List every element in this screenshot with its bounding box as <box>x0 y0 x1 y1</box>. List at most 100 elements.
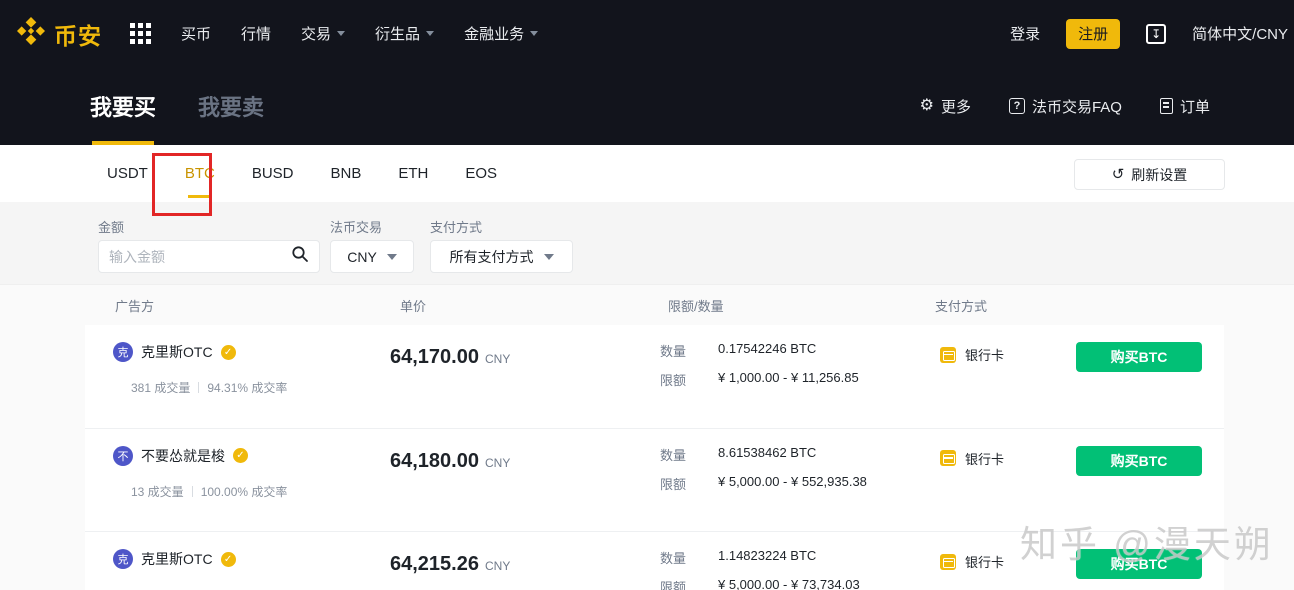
nav-item-finance[interactable]: 金融业务 <box>464 23 538 44</box>
tab-i-want-to-buy[interactable]: 我要买 <box>90 67 156 145</box>
topnav-right: 登录 注册 ↧ 简体中文/CNY <box>1010 0 1294 67</box>
refresh-icon: ↺ <box>1112 167 1125 182</box>
tab-usdt[interactable]: USDT <box>105 145 150 202</box>
tab-i-want-to-sell[interactable]: 我要卖 <box>198 67 264 145</box>
quantity-label: 数量 <box>660 341 718 360</box>
avatar: 克 <box>113 342 133 362</box>
currency-unit: CNY <box>485 456 510 470</box>
gear-icon: ⚙ <box>920 98 934 114</box>
currency-unit: CNY <box>485 559 510 573</box>
fiat-label: 法币交易 <box>330 217 382 236</box>
limit-quantity-block: 数量0.17542246 BTC 限额¥ 1,000.00 - ¥ 11,256… <box>660 341 859 399</box>
question-mark-icon: ? <box>1009 98 1025 114</box>
advertiser-name: 克里斯OTC <box>141 549 213 569</box>
column-header-advertiser: 广告方 <box>115 296 154 315</box>
limit-label: 限额 <box>660 577 718 590</box>
limit-quantity-block: 数量1.14823224 BTC 限额¥ 5,000.00 - ¥ 73,734… <box>660 548 860 590</box>
buy-btc-button[interactable]: 购买BTC <box>1076 342 1202 372</box>
avatar: 克 <box>113 549 133 569</box>
payment-method: 银行卡 <box>940 449 1004 468</box>
quantity-value: 0.17542246 BTC <box>718 341 816 360</box>
limit-label: 限额 <box>660 370 718 389</box>
more-button[interactable]: ⚙ 更多 <box>920 96 971 117</box>
tab-bnb[interactable]: BNB <box>329 145 364 202</box>
avatar: 不 <box>113 446 133 466</box>
tab-btc[interactable]: BTC <box>183 145 217 202</box>
search-icon[interactable] <box>291 245 309 268</box>
completion-rate: 100.00% 成交率 <box>201 483 288 500</box>
offer-row: 克 克里斯OTC ✓ 64,215.26 CNY 数量1.14823224 BT… <box>85 532 1224 590</box>
completion-rate: 94.31% 成交率 <box>207 379 287 396</box>
limit-value: ¥ 5,000.00 - ¥ 73,734.03 <box>718 577 860 590</box>
advertiser-link[interactable]: 不 不要怂就是梭 ✓ <box>113 446 248 466</box>
asset-tabs: USDT BTC BUSD BNB ETH EOS <box>105 145 499 202</box>
currency-unit: CNY <box>485 352 510 366</box>
advertiser-stats: 381 成交量 94.31% 成交率 <box>131 379 287 396</box>
tab-eos[interactable]: EOS <box>463 145 499 202</box>
document-icon <box>1160 98 1173 114</box>
orders-count: 13 成交量 <box>131 483 184 500</box>
login-link[interactable]: 登录 <box>1010 23 1040 44</box>
column-header-price: 单价 <box>400 296 426 315</box>
nav-item-markets[interactable]: 行情 <box>241 23 271 44</box>
advertiser-name: 不要怂就是梭 <box>141 446 225 466</box>
brand-name: 币安 <box>54 17 102 51</box>
chevron-down-icon <box>544 254 554 260</box>
nav-item-buy-crypto[interactable]: 买币 <box>181 23 211 44</box>
bank-card-icon <box>940 450 956 466</box>
chevron-down-icon <box>426 31 434 36</box>
buy-btc-button[interactable]: 购买BTC <box>1076 549 1202 579</box>
download-app-icon[interactable]: ↧ <box>1146 24 1166 44</box>
nav-item-trade[interactable]: 交易 <box>301 23 345 44</box>
tab-eth[interactable]: ETH <box>396 145 430 202</box>
limit-value: ¥ 1,000.00 - ¥ 11,256.85 <box>718 370 859 389</box>
register-button[interactable]: 注册 <box>1066 19 1120 49</box>
binance-logo[interactable]: 币安 <box>15 15 102 52</box>
chevron-down-icon <box>530 31 538 36</box>
quantity-label: 数量 <box>660 548 718 567</box>
fiat-select[interactable]: CNY <box>330 240 414 273</box>
amount-input[interactable] <box>109 249 291 265</box>
offer-row: 克 克里斯OTC ✓ 381 成交量 94.31% 成交率 64,170.00 … <box>85 325 1224 429</box>
quantity-value: 1.14823224 BTC <box>718 548 816 567</box>
advertiser-link[interactable]: 克 克里斯OTC ✓ <box>113 342 236 362</box>
nav-item-derivatives[interactable]: 衍生品 <box>375 23 434 44</box>
language-currency-selector[interactable]: 简体中文/CNY <box>1192 23 1288 44</box>
verified-badge-icon: ✓ <box>221 552 236 567</box>
unit-price: 64,180.00 CNY <box>390 450 510 473</box>
orders-link[interactable]: 订单 <box>1160 96 1210 117</box>
buy-btc-button[interactable]: 购买BTC <box>1076 446 1202 476</box>
quantity-value: 8.61538462 BTC <box>718 445 816 464</box>
payment-method: 银行卡 <box>940 345 1004 364</box>
buy-sell-tabs: 我要买 我要卖 <box>90 67 264 145</box>
payment-method-label: 银行卡 <box>965 449 1004 468</box>
payment-method: 银行卡 <box>940 552 1004 571</box>
limit-quantity-block: 数量8.61538462 BTC 限额¥ 5,000.00 - ¥ 552,93… <box>660 445 867 503</box>
divider <box>198 382 199 393</box>
amount-label: 金额 <box>98 217 124 236</box>
orders-count: 381 成交量 <box>131 379 190 396</box>
tab-busd[interactable]: BUSD <box>250 145 296 202</box>
payment-select[interactable]: 所有支付方式 <box>430 240 573 273</box>
limit-label: 限额 <box>660 474 718 493</box>
payment-label: 支付方式 <box>430 217 482 236</box>
top-navbar: 币安 买币 行情 交易 衍生品 金融业务 登录 注册 ↧ 简体中文/CNY <box>0 0 1294 67</box>
offer-row: 不 不要怂就是梭 ✓ 13 成交量 100.00% 成交率 64,180.00 … <box>85 429 1224 533</box>
quantity-label: 数量 <box>660 445 718 464</box>
advertiser-name: 克里斯OTC <box>141 342 213 362</box>
unit-price: 64,215.26 CNY <box>390 553 510 576</box>
advertiser-stats: 13 成交量 100.00% 成交率 <box>131 483 287 500</box>
chevron-down-icon <box>337 31 345 36</box>
amount-search-box <box>98 240 320 273</box>
refresh-settings-button[interactable]: ↺ 刷新设置 <box>1074 159 1225 190</box>
chevron-down-icon <box>387 254 397 260</box>
subnav-actions: ⚙ 更多 ? 法币交易FAQ 订单 <box>920 67 1210 145</box>
binance-diamond-icon <box>15 15 47 52</box>
advertiser-link[interactable]: 克 克里斯OTC ✓ <box>113 549 236 569</box>
offers-table: 克 克里斯OTC ✓ 381 成交量 94.31% 成交率 64,170.00 … <box>85 325 1224 590</box>
asset-tabs-row: USDT BTC BUSD BNB ETH EOS ↺ 刷新设置 <box>0 145 1294 202</box>
fiat-faq-link[interactable]: ? 法币交易FAQ <box>1009 96 1122 117</box>
limit-value: ¥ 5,000.00 - ¥ 552,935.38 <box>718 474 867 493</box>
column-header-limit-qty: 限额/数量 <box>668 296 724 315</box>
apps-grid-icon[interactable] <box>130 23 151 44</box>
